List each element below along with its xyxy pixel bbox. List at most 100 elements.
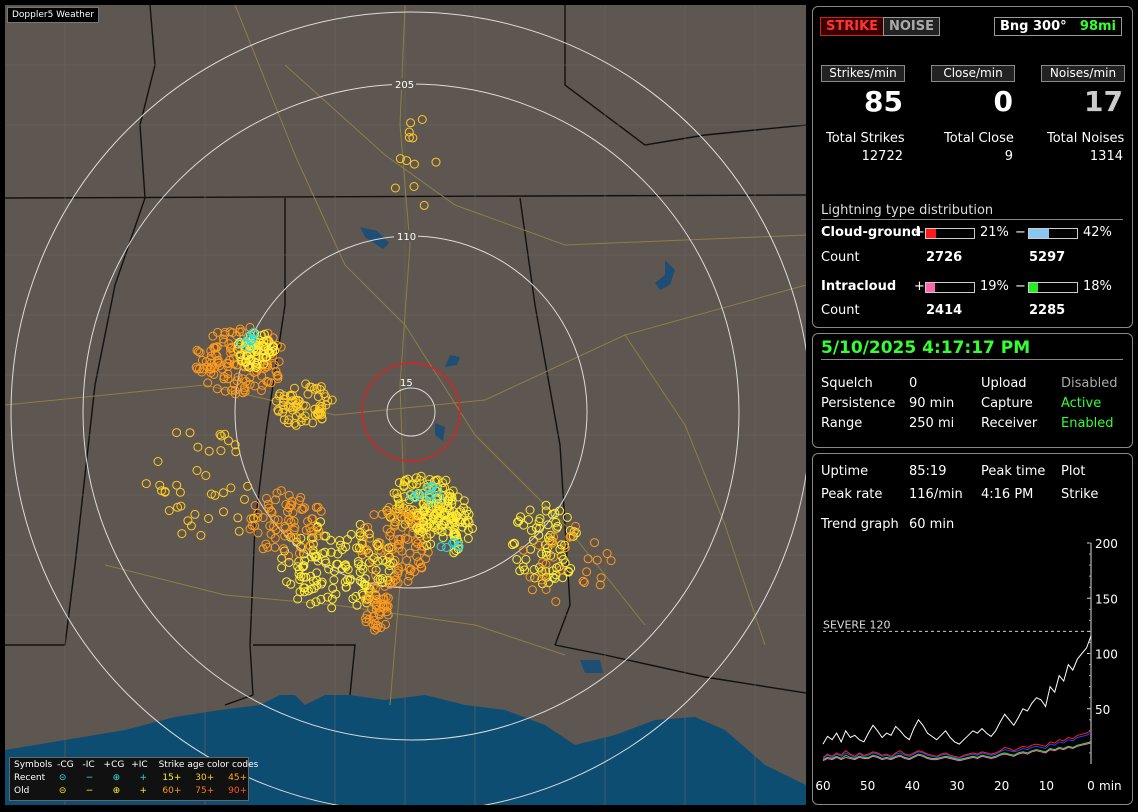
strike-marker	[521, 554, 531, 564]
lakes	[360, 227, 675, 673]
strike-marker	[321, 531, 331, 541]
total-strikes-label: Total Strikes	[826, 131, 905, 146]
strike-marker	[551, 597, 561, 607]
squelch-label: Squelch	[821, 376, 873, 391]
uptime-value: 85:19	[909, 464, 947, 479]
strike-marker	[525, 572, 535, 582]
strikes-per-min: 85	[864, 85, 903, 118]
datetime: 5/10/2025 4:17:17 PM	[821, 338, 1031, 358]
plus-ic-icon: +	[139, 773, 148, 783]
strike-marker	[172, 480, 182, 490]
intracloud-label: Intracloud	[821, 279, 897, 294]
strike-marker	[583, 554, 593, 564]
ic-count-label: Count	[821, 303, 860, 318]
system-info-panel: 5/10/2025 4:17:17 PM Squelch 0 Persisten…	[812, 333, 1133, 448]
strike-marker	[306, 599, 316, 609]
strike-marker	[216, 446, 226, 456]
strike-marker	[240, 494, 249, 504]
strike-marker	[312, 568, 322, 578]
strike-marker	[528, 535, 538, 545]
strike-marker	[335, 536, 344, 545]
strike-marker	[512, 555, 522, 564]
strike-marker	[258, 544, 268, 554]
age-75: 75+	[195, 786, 215, 796]
total-close: 9	[1004, 149, 1013, 164]
range-value: 250 mi	[909, 416, 955, 431]
strike-marker	[431, 157, 441, 167]
severe-label: SEVERE 120	[823, 618, 891, 631]
peak-time-label: Peak time	[981, 464, 1046, 479]
x-unit-label: min	[1099, 779, 1122, 793]
trend-graph-label: Trend graph	[821, 517, 899, 532]
lightning-map[interactable]: 205 110 15 Doppler5 Weather Symbols -CG …	[5, 5, 806, 805]
strike-marker	[177, 529, 187, 539]
strike-marker	[172, 428, 182, 438]
uptime-label: Uptime	[821, 464, 869, 479]
squelch-value: 0	[909, 376, 918, 391]
strike-marker	[417, 115, 427, 124]
strike-marker	[409, 182, 419, 191]
age-90: 90+	[228, 786, 248, 796]
minus-cg-icon: ⊝	[58, 773, 67, 783]
distance-value: 98mi	[1079, 19, 1116, 34]
strikes-per-min-header[interactable]: Strikes/min	[821, 65, 905, 82]
x-tick-label: 30	[949, 779, 964, 793]
strike-marker	[295, 496, 304, 505]
plus-ic-old-icon: +	[139, 786, 148, 796]
strike-marker	[463, 534, 473, 543]
strike-marker	[412, 551, 422, 561]
strike-marker	[284, 515, 294, 525]
strike-marker	[402, 556, 412, 565]
ic-negative-bar	[1028, 282, 1078, 293]
strike-marker	[329, 575, 339, 585]
trend-graph-value: 60 min	[909, 517, 955, 532]
strike-marker	[190, 509, 200, 519]
age-30: 30+	[195, 773, 215, 783]
strike-marker	[196, 530, 206, 540]
cg-negative-pct: 42%	[1083, 225, 1112, 240]
strike-marker	[526, 544, 536, 554]
strike-marker	[141, 479, 151, 489]
plot-value: Strike	[1061, 487, 1099, 502]
legend-recent-label: Recent	[14, 773, 46, 783]
strike-tag[interactable]: STRIKE	[820, 17, 885, 36]
legend-recent-row: Recent ⊝ − ⊕ + 15+ 30+ 45+	[14, 773, 247, 783]
strike-marker	[582, 567, 592, 577]
strike-marker	[185, 428, 195, 438]
bearing-readout: Bng 300° 98mi	[994, 17, 1122, 36]
distribution-divider	[821, 219, 1123, 220]
cloud-ground-label: Cloud-ground	[821, 225, 921, 240]
strike-marker	[369, 510, 379, 520]
cg-plus-sign: +	[914, 225, 925, 240]
cg-count-label: Count	[821, 250, 860, 265]
ic-minus-sign: −	[1015, 279, 1026, 294]
strike-status-panel: STRIKE NOISE Bng 300° 98mi Strikes/min C…	[812, 6, 1133, 328]
ring-outer	[10, 11, 806, 805]
strike-marker	[250, 381, 260, 391]
strike-marker	[153, 457, 163, 466]
strike-marker	[526, 525, 536, 535]
legend-pcg: +CG	[103, 760, 125, 770]
strike-marker	[419, 200, 429, 210]
ic-positive-pct: 19%	[980, 279, 1009, 294]
close-per-min-header[interactable]: Close/min	[931, 65, 1015, 82]
legend-age-label: Strike age color codes	[158, 760, 259, 770]
plot-label: Plot	[1061, 464, 1086, 479]
age-15: 15+	[162, 773, 182, 783]
age-45: 45+	[228, 773, 248, 783]
ring-205	[82, 83, 740, 741]
strike-marker	[233, 513, 243, 523]
strike-marker	[436, 542, 446, 552]
cg-minus-sign: −	[1015, 225, 1026, 240]
total-noises-label: Total Noises	[1047, 131, 1125, 146]
noise-tag[interactable]: NOISE	[883, 17, 941, 36]
strike-marker	[258, 513, 268, 523]
x-tick-label: 40	[905, 779, 920, 793]
datetime-divider	[821, 359, 1123, 360]
cg-negative-count: 5297	[1029, 250, 1066, 265]
map-svg: 205 110 15	[5, 5, 806, 805]
noises-per-min-header[interactable]: Noises/min	[1041, 65, 1125, 82]
ring-label-110: 110	[397, 232, 416, 243]
close-per-min: 0	[993, 85, 1013, 118]
ic-negative-pct: 18%	[1083, 279, 1112, 294]
